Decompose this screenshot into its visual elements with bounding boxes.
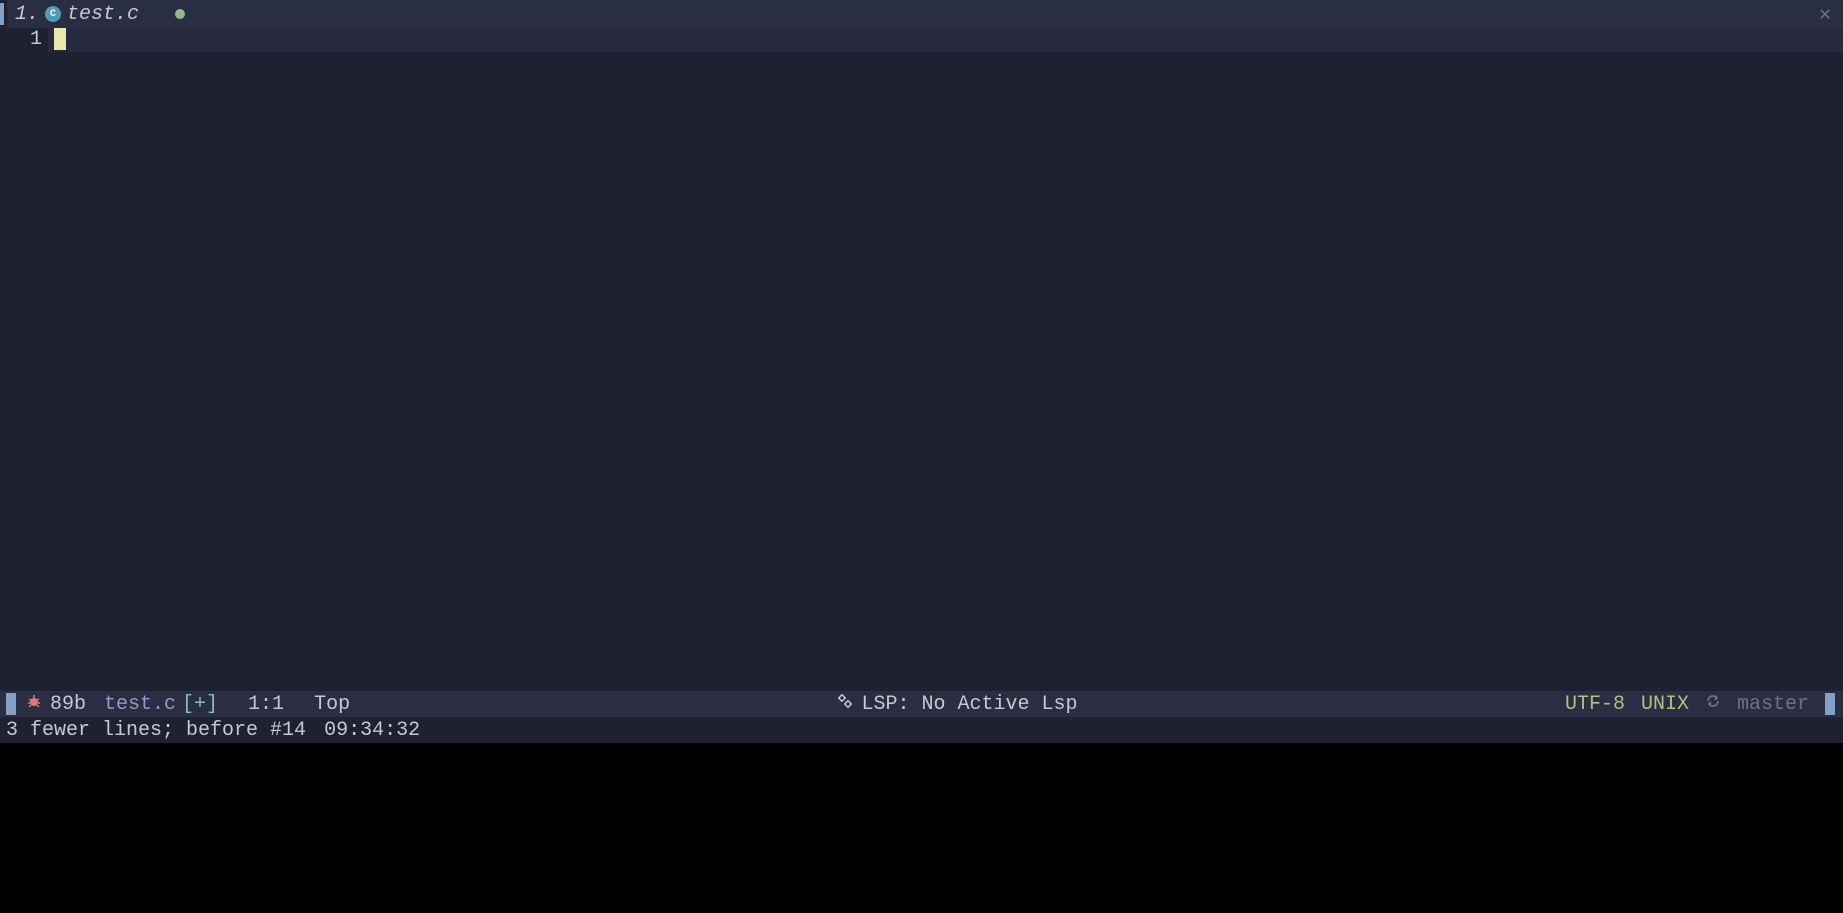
status-modified-flag: [+] bbox=[182, 693, 218, 716]
tab-active-indicator bbox=[0, 3, 4, 25]
modified-indicator-icon bbox=[175, 9, 185, 19]
c-file-icon: C bbox=[45, 6, 61, 22]
scroll-position: Top bbox=[314, 693, 350, 716]
tab-bar-filler bbox=[193, 0, 1807, 28]
message-bar: 3 fewer lines; before #14 09:34:32 bbox=[0, 717, 1843, 743]
editor-area[interactable]: 1 bbox=[0, 28, 1843, 691]
mode-indicator bbox=[6, 693, 16, 715]
tab-bar: 1. C test.c ✕ bbox=[0, 0, 1843, 28]
tab-number: 1. bbox=[15, 3, 39, 26]
file-format: UNIX bbox=[1641, 693, 1689, 716]
editor-content[interactable] bbox=[48, 28, 1843, 691]
status-filename: test.c bbox=[104, 693, 176, 716]
message-text: 3 fewer lines; before #14 bbox=[6, 719, 306, 742]
cursor bbox=[54, 28, 66, 50]
git-branch: master bbox=[1737, 693, 1809, 716]
current-line-highlight bbox=[48, 28, 1843, 52]
line-number: 1 bbox=[0, 28, 42, 52]
status-left: 89b test.c [+] 1:1 Top bbox=[0, 693, 350, 716]
file-size: 89b bbox=[50, 693, 86, 716]
git-sync-icon bbox=[1705, 693, 1721, 716]
terminal-area bbox=[0, 743, 1843, 913]
status-right-indicator bbox=[1825, 693, 1835, 715]
tab-active[interactable]: 1. C test.c bbox=[7, 0, 193, 28]
cursor-position: 1:1 bbox=[248, 693, 284, 716]
bug-icon bbox=[26, 693, 42, 716]
file-encoding: UTF-8 bbox=[1565, 693, 1625, 716]
close-icon[interactable]: ✕ bbox=[1807, 0, 1843, 28]
line-number-gutter: 1 bbox=[0, 28, 48, 691]
message-time: 09:34:32 bbox=[324, 719, 420, 742]
status-right: UTF-8 UNIX master bbox=[1565, 693, 1843, 716]
gear-icon bbox=[837, 693, 853, 716]
status-center: LSP: No Active Lsp bbox=[350, 693, 1565, 716]
status-bar: 89b test.c [+] 1:1 Top LSP: No Active Ls… bbox=[0, 691, 1843, 717]
lsp-status: LSP: No Active Lsp bbox=[861, 693, 1077, 716]
tab-filename: test.c bbox=[67, 3, 139, 26]
